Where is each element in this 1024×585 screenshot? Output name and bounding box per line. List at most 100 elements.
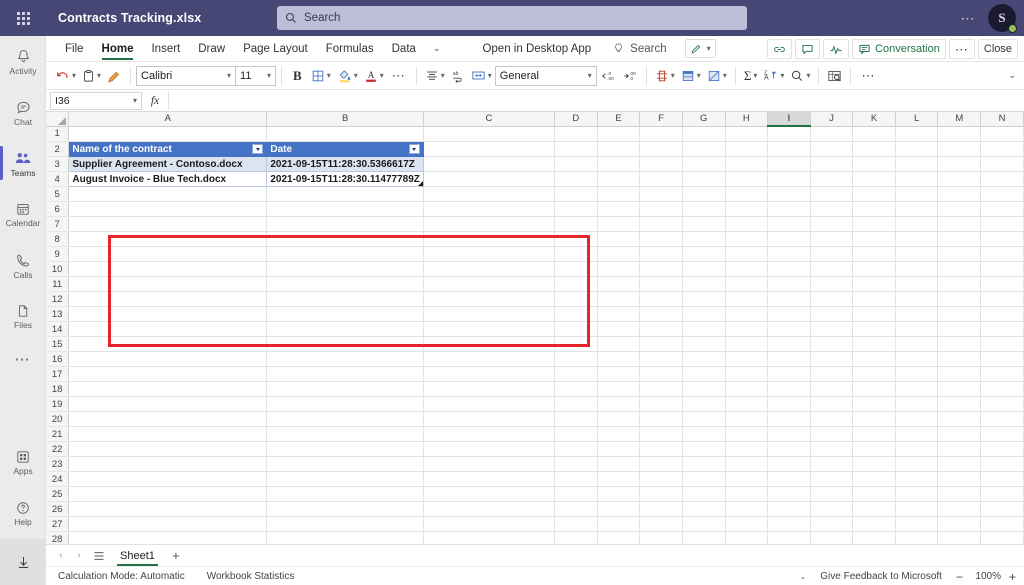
cell-A2[interactable]: Name of the contract [68,141,268,157]
cell-I11[interactable] [767,276,811,292]
cell-J5[interactable] [810,186,854,202]
cell-E25[interactable] [597,486,641,502]
row-header-16[interactable]: 16 [46,351,70,367]
cell-L18[interactable] [895,381,939,397]
chevron-down-icon[interactable]: ▾ [380,71,384,80]
cell-G27[interactable] [682,516,726,532]
cell-J6[interactable] [810,201,854,217]
cell-C12[interactable] [423,291,556,307]
cell-H26[interactable] [725,501,769,517]
cell-L5[interactable] [895,186,939,202]
cell-I19[interactable] [767,396,811,412]
cell-C11[interactable] [423,276,556,292]
column-header-h[interactable]: H [725,112,769,127]
cell-L19[interactable] [895,396,939,412]
cell-A21[interactable] [68,426,268,442]
column-header-n[interactable]: N [980,112,1024,127]
cell-J1[interactable] [810,126,854,142]
sidebar-item-calls[interactable]: Calls [0,240,46,291]
cell-C22[interactable] [423,441,556,457]
cell-I26[interactable] [767,501,811,517]
cell-E23[interactable] [597,456,641,472]
give-feedback-button[interactable]: Give Feedback to Microsoft [820,571,942,582]
cell-A26[interactable] [68,501,268,517]
cell-B27[interactable] [266,516,424,532]
cell-F12[interactable] [639,291,683,307]
cell-A4[interactable]: August Invoice - Blue Tech.docx [68,171,268,187]
cell-G12[interactable] [682,291,726,307]
row-header-5[interactable]: 5 [46,186,70,202]
find-button[interactable]: ▾ [787,64,813,88]
cell-N4[interactable] [980,171,1024,187]
cell-A7[interactable] [68,216,268,232]
conditional-formatting-button[interactable]: ▾ [652,64,678,88]
sidebar-item-apps[interactable]: Apps [0,437,46,488]
cell-G7[interactable] [682,216,726,232]
cell-C10[interactable] [423,261,556,277]
borders-button[interactable]: ▾ [308,64,334,88]
cell-H19[interactable] [725,396,769,412]
row-header-15[interactable]: 15 [46,336,70,352]
table-resize-handle[interactable] [417,181,423,186]
cell-B24[interactable] [266,471,424,487]
cell-B18[interactable] [266,381,424,397]
cell-N19[interactable] [980,396,1024,412]
cell-K12[interactable] [852,291,896,307]
cell-M21[interactable] [937,426,982,442]
cell-E7[interactable] [597,216,641,232]
font-color-button[interactable]: A ▾ [361,64,387,88]
cell-G9[interactable] [682,246,726,262]
column-header-m[interactable]: M [937,112,982,127]
cell-I3[interactable] [767,156,811,172]
cell-I5[interactable] [767,186,811,202]
cell-J21[interactable] [810,426,854,442]
cell-C17[interactable] [423,366,556,382]
cell-L7[interactable] [895,216,939,232]
cell-E20[interactable] [597,411,641,427]
column-header-f[interactable]: F [639,112,683,127]
cell-I25[interactable] [767,486,811,502]
cell-I6[interactable] [767,201,811,217]
cell-J28[interactable] [810,531,854,544]
row-header-27[interactable]: 27 [46,516,70,532]
cell-A27[interactable] [68,516,268,532]
cell-H3[interactable] [725,156,769,172]
cell-M5[interactable] [937,186,982,202]
name-box[interactable]: I36 ▾ [50,91,142,110]
sidebar-item-help[interactable]: Help [0,488,46,539]
cell-L10[interactable] [895,261,939,277]
chevron-down-icon[interactable]: ▾ [97,71,101,80]
app-launcher-icon[interactable] [0,0,46,36]
cell-N11[interactable] [980,276,1024,292]
cell-J20[interactable] [810,411,854,427]
cell-F1[interactable] [639,126,683,142]
cell-F20[interactable] [639,411,683,427]
cell-C23[interactable] [423,456,556,472]
cell-F22[interactable] [639,441,683,457]
cell-F24[interactable] [639,471,683,487]
cell-M4[interactable] [937,171,982,187]
tell-me-search-input[interactable]: Search [613,42,667,55]
cell-D17[interactable] [554,366,598,382]
paste-button[interactable]: ▾ [79,64,104,88]
column-header-c[interactable]: C [423,112,556,127]
row-header-6[interactable]: 6 [46,201,70,217]
cell-J16[interactable] [810,351,854,367]
cell-I27[interactable] [767,516,811,532]
cell-E21[interactable] [597,426,641,442]
tab-page-layout[interactable]: Page Layout [234,36,317,62]
row-header-13[interactable]: 13 [46,306,70,322]
cell-C4[interactable] [423,171,556,187]
cell-N2[interactable] [980,141,1024,157]
cell-B19[interactable] [266,396,424,412]
cell-L24[interactable] [895,471,939,487]
status-options-chevron-down-icon[interactable]: ⌄ [800,572,807,581]
cell-C25[interactable] [423,486,556,502]
cell-G14[interactable] [682,321,726,337]
cell-G11[interactable] [682,276,726,292]
cell-B1[interactable] [266,126,424,142]
row-header-14[interactable]: 14 [46,321,70,337]
cell-M28[interactable] [937,531,982,544]
cell-M22[interactable] [937,441,982,457]
row-header-17[interactable]: 17 [46,366,70,382]
